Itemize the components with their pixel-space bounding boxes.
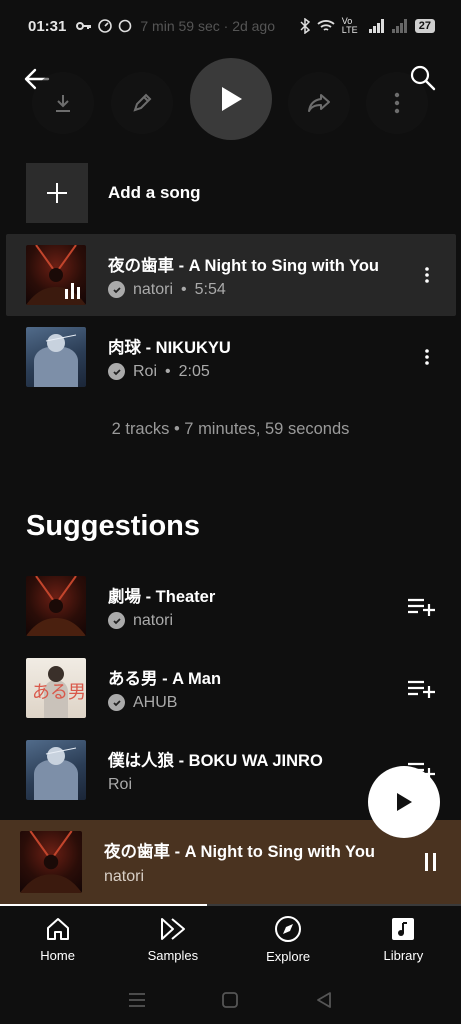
more-vert-icon — [394, 92, 400, 114]
add-box — [26, 163, 88, 223]
add-song-label: Add a song — [108, 183, 201, 202]
compass-icon — [275, 915, 302, 942]
album-art: ある男 — [26, 658, 86, 718]
verified-icon — [108, 694, 125, 711]
play-icon — [222, 87, 242, 111]
album-art — [26, 327, 86, 387]
suggestions-heading: Suggestions — [26, 510, 201, 542]
play-icon — [397, 793, 412, 811]
verified-icon — [108, 363, 125, 380]
download-icon — [56, 95, 70, 112]
share-button[interactable] — [288, 72, 350, 134]
more-vert-icon — [425, 349, 429, 365]
signal-icon — [368, 19, 384, 33]
track-title: 夜の歯車 - A Night to Sing with You — [108, 256, 379, 275]
nav-library[interactable]: Library — [358, 916, 448, 963]
playlist-add-icon — [408, 598, 435, 616]
wifi-icon — [317, 20, 335, 31]
mini-player-title: 夜の歯車 - A Night to Sing with You — [104, 843, 375, 861]
add-song-row[interactable]: Add a song — [26, 162, 201, 224]
pause-button[interactable] — [415, 847, 445, 877]
nav-home-label: Home — [40, 947, 75, 963]
play-button[interactable] — [190, 58, 272, 140]
bottom-nav: Home Samples Explore Library — [0, 906, 461, 972]
album-art — [26, 245, 86, 305]
network-label: Vo LTE — [341, 16, 358, 35]
suggestion-title: 劇場 - Theater — [108, 587, 216, 606]
search-button[interactable] — [409, 64, 439, 94]
status-time: 01:31 — [28, 17, 67, 35]
suggestion-title: 僕は人狼 - BOKU WA JINRO — [108, 751, 323, 770]
playlist-track[interactable]: 夜の歯車 - A Night to Sing with You natori •… — [6, 234, 456, 316]
suggestion-artist: Roi — [108, 775, 133, 793]
track-duration: 2:05 — [178, 362, 210, 380]
verified-icon — [108, 612, 125, 629]
nav-explore[interactable]: Explore — [243, 915, 333, 964]
suggestion-artist: AHUB — [133, 693, 178, 711]
edit-button[interactable] — [111, 72, 173, 134]
pencil-icon — [133, 93, 152, 112]
suggestion-title: ある男 - A Man — [108, 669, 222, 688]
mini-player-artist: natori — [104, 868, 145, 885]
album-art — [26, 576, 86, 636]
bluetooth-icon — [300, 18, 310, 34]
nav-home[interactable]: Home — [13, 916, 103, 963]
track-menu-button[interactable] — [412, 342, 442, 372]
mini-player-art — [20, 831, 82, 893]
signal-off-icon — [391, 19, 407, 33]
share-icon — [308, 94, 330, 112]
samples-icon — [160, 917, 185, 940]
nav-samples-label: Samples — [147, 947, 199, 963]
track-menu-button[interactable] — [412, 260, 442, 290]
download-button[interactable] — [32, 72, 94, 134]
track-title: 肉球 - NIKUKYU — [108, 338, 231, 357]
shuffle-play-fab[interactable] — [368, 766, 440, 838]
add-to-playlist-button[interactable] — [406, 673, 436, 703]
nav-explore-label: Explore — [266, 948, 311, 964]
ghost-text: 7 min 59 sec · 2d ago — [140, 18, 276, 34]
menu-icon[interactable] — [128, 992, 146, 1008]
verified-icon — [108, 281, 125, 298]
top-bar — [0, 58, 461, 142]
system-nav — [0, 976, 461, 1024]
track-artist: natori — [133, 280, 174, 298]
library-icon — [392, 917, 415, 940]
circle-icon — [119, 19, 132, 33]
suggestion-item[interactable]: ある男 ある男 - A Man AHUB — [6, 647, 456, 729]
add-to-playlist-button[interactable] — [406, 591, 436, 621]
pause-icon — [424, 853, 428, 871]
back-triangle-icon[interactable] — [315, 991, 333, 1009]
suggestion-item[interactable]: 劇場 - Theater natori — [6, 565, 456, 647]
playlist-summary: 2 tracks • 7 minutes, 59 seconds — [111, 420, 350, 438]
speedometer-icon — [98, 19, 113, 33]
home-square-icon[interactable] — [221, 991, 239, 1009]
more-vert-icon — [425, 267, 429, 283]
album-art — [26, 740, 86, 800]
key-icon — [76, 22, 92, 30]
svg-text:ある男: ある男 — [32, 682, 86, 703]
battery-indicator: 27 — [414, 19, 435, 33]
equalizer-icon — [65, 283, 80, 299]
nav-samples[interactable]: Samples — [128, 916, 218, 963]
nav-library-label: Library — [383, 947, 424, 963]
suggestion-artist: natori — [133, 611, 174, 629]
plus-icon — [47, 183, 67, 203]
playlist-track[interactable]: 肉球 - NIKUKYU Roi • 2:05 — [6, 316, 456, 398]
track-artist: Roi — [133, 362, 158, 380]
status-bar: 01:31 7 min 59 sec · 2d ago Vo LTE 27 — [0, 0, 461, 52]
playlist-add-icon — [408, 680, 435, 698]
track-duration: 5:54 — [194, 280, 226, 298]
search-icon — [410, 65, 436, 91]
home-icon — [46, 917, 69, 940]
